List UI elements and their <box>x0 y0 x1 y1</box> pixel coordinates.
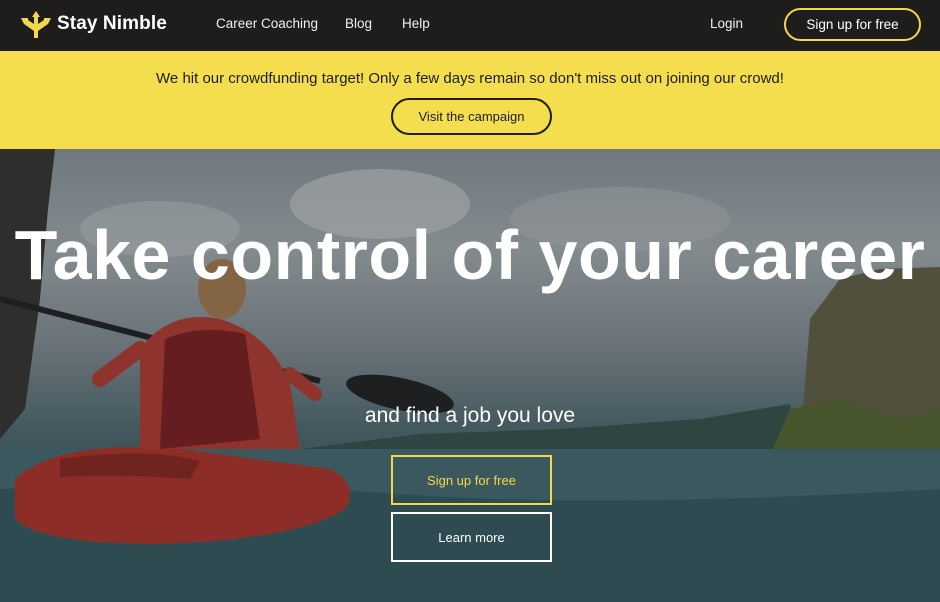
brand-name: Stay Nimble <box>57 13 167 34</box>
nav-signup-button[interactable]: Sign up for free <box>784 8 921 41</box>
hero-subtitle: and find a job you love <box>364 404 576 427</box>
top-nav: Stay Nimble Career Coaching Blog Help Lo… <box>0 0 940 51</box>
login-link[interactable]: Login <box>710 16 743 31</box>
visit-campaign-button[interactable]: Visit the campaign <box>391 98 552 135</box>
nav-link-blog[interactable]: Blog <box>345 16 372 31</box>
hero-title: Take control of your career <box>14 216 926 294</box>
learn-more-button[interactable]: Learn more <box>391 512 552 562</box>
stay-nimble-logo-icon <box>21 10 51 38</box>
nav-link-career-coaching[interactable]: Career Coaching <box>216 16 318 31</box>
brand-logo[interactable]: Stay Nimble <box>21 10 167 38</box>
hero-section: Take control of your career and find a j… <box>0 149 940 602</box>
nav-link-help[interactable]: Help <box>402 16 430 31</box>
hero-signup-button[interactable]: Sign up for free <box>391 455 552 505</box>
crowdfunding-banner: We hit our crowdfunding target! Only a f… <box>0 51 940 149</box>
banner-message: We hit our crowdfunding target! Only a f… <box>156 70 784 87</box>
